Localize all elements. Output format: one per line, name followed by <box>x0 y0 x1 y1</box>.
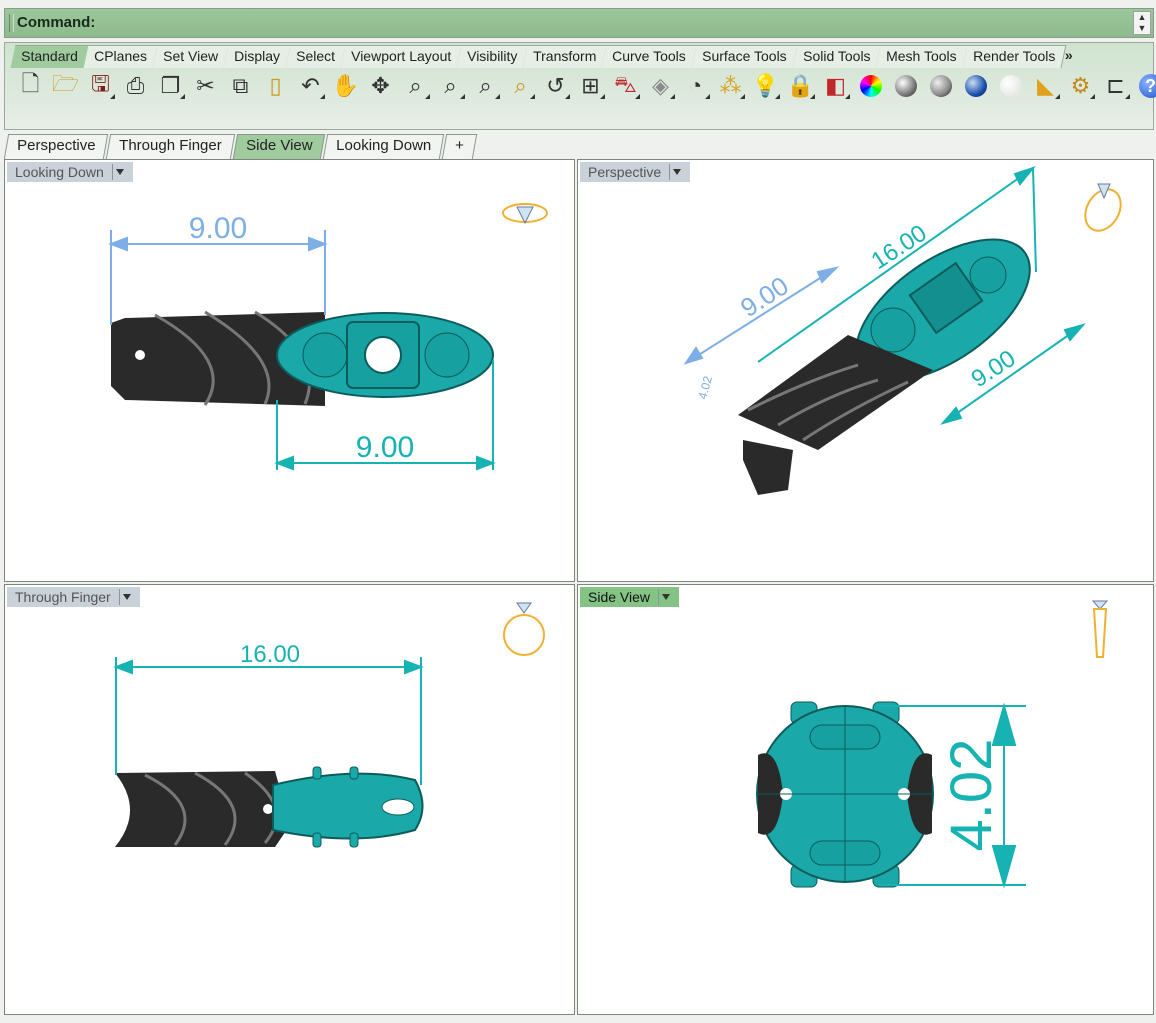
viewport-tabs: Perspective Through Finger Side View Loo… <box>3 134 478 159</box>
car-render-icon[interactable]: ⛍ <box>608 71 643 101</box>
undo-view-icon[interactable]: ↺ <box>538 71 573 101</box>
save-icon[interactable]: 🖫 <box>83 71 118 101</box>
shank-hole <box>135 350 145 360</box>
ghost-sphere-icon[interactable] <box>993 71 1028 101</box>
command-grip <box>9 14 14 32</box>
material-pick-icon[interactable]: ◣ <box>1028 71 1063 101</box>
tab-visibility[interactable]: Visibility <box>456 45 529 68</box>
tab-transform[interactable]: Transform <box>522 45 608 68</box>
twisted-shank <box>115 771 290 847</box>
help-icon[interactable]: ? <box>1133 71 1156 101</box>
teal-head <box>276 312 494 398</box>
viewport-tab-through-finger[interactable]: Through Finger <box>106 134 236 159</box>
tab-curve-tools[interactable]: Curve Tools <box>601 45 698 68</box>
pan-hand-icon[interactable]: ✋ <box>328 71 363 101</box>
command-label: Command: <box>17 14 96 31</box>
perspective-canvas: 9.00 16.00 9.00 4.02 <box>683 165 1122 495</box>
tab-cplanes[interactable]: CPlanes <box>83 45 159 68</box>
tab-standard[interactable]: Standard <box>10 45 90 68</box>
lock-icon[interactable]: 🔒 <box>783 71 818 101</box>
viewport-tab-looking-down[interactable]: Looking Down <box>323 134 445 159</box>
tab-viewport-layout[interactable]: Viewport Layout <box>340 45 463 68</box>
ring-front-icon <box>503 602 545 656</box>
layers-icon[interactable]: ◧ <box>818 71 853 101</box>
viewport-through-finger[interactable]: Through Finger 16.00 <box>4 584 575 1015</box>
paste-icon[interactable]: ▯ <box>258 71 293 101</box>
print-icon[interactable]: ⎙ <box>118 71 153 101</box>
teal-ball <box>756 701 934 888</box>
twisted-shank <box>738 335 933 495</box>
side-view-canvas: 4.02 <box>756 600 1109 889</box>
toolbar-icons: 🗋 🗁 🖫 ⎙ ❐ ✂ ⧉ ▯ ↶ ✋ ✥ ⌕ ⌕ ⌕ ⌕ ↺ ⊞ ⛍ ◈ ◔ … <box>13 71 1156 101</box>
dimension-icon[interactable]: ⊏ <box>1098 71 1133 101</box>
properties-icon[interactable]: ❐ <box>153 71 188 101</box>
tab-mesh-tools[interactable]: Mesh Tools <box>875 45 969 68</box>
tab-select[interactable]: Select <box>285 45 347 68</box>
viewport-tab-side-view[interactable]: Side View <box>232 134 326 159</box>
blue-sphere-icon[interactable] <box>958 71 993 101</box>
settings-gear-icon[interactable]: ⚙ <box>1063 71 1098 101</box>
cut-icon[interactable]: ✂ <box>188 71 223 101</box>
copy-icon[interactable]: ⧉ <box>223 71 258 101</box>
command-scroll-arrows[interactable]: ▲ ▼ <box>1133 11 1151 35</box>
shaded-sphere-icon[interactable] <box>888 71 923 101</box>
dimension-label-height: 4.02 <box>939 739 1004 852</box>
ring-top-view-icon <box>502 203 548 225</box>
ring-side-icon <box>1091 600 1109 658</box>
ring-perspective-icon <box>1084 183 1122 232</box>
toolbar-tabs: Standard CPlanes Set View Display Select… <box>10 45 1074 68</box>
tab-solid-tools[interactable]: Solid Tools <box>792 45 882 68</box>
dimension-label-bottom: 9.00 <box>356 431 414 464</box>
through-finger-canvas: 16.00 <box>113 602 545 848</box>
select-points-icon[interactable]: ⁂ <box>713 71 748 101</box>
dimension-label-top: 9.00 <box>189 212 247 245</box>
grid-icon[interactable]: ◈ <box>643 71 678 101</box>
teal-head <box>272 766 424 848</box>
tab-render-tools[interactable]: Render Tools <box>962 45 1067 68</box>
viewport-tab-perspective[interactable]: Perspective <box>3 134 109 159</box>
add-viewport-tab-button[interactable]: + <box>442 134 478 159</box>
dimension-sixteen <box>113 657 424 785</box>
tab-set-view[interactable]: Set View <box>152 45 230 68</box>
tab-surface-tools[interactable]: Surface Tools <box>691 45 799 68</box>
viewport-side-view[interactable]: Side View 4.02 <box>577 584 1154 1015</box>
zoom-window-icon[interactable]: ⌕ <box>398 71 433 101</box>
toolbar-area: Standard CPlanes Set View Display Select… <box>4 42 1156 130</box>
dimension-label-nine-right: 9.00 <box>967 345 1021 393</box>
open-file-icon[interactable]: 🗁 <box>48 71 83 101</box>
zoom-extents-icon[interactable]: ⌕ <box>433 71 468 101</box>
dimension-label-small: 4.02 <box>695 374 715 400</box>
dimension-label-nine-left: 9.00 <box>735 270 794 323</box>
rotate-view-icon[interactable]: ✥ <box>363 71 398 101</box>
looking-down-canvas: 9.00 9.00 <box>108 203 548 471</box>
new-file-icon[interactable]: 🗋 <box>13 71 48 101</box>
light-bulb-icon[interactable]: 💡 <box>748 71 783 101</box>
color-wheel-icon[interactable] <box>853 71 888 101</box>
rendered-sphere-icon[interactable] <box>923 71 958 101</box>
four-viewports-icon[interactable]: ⊞ <box>573 71 608 101</box>
zoom-target-icon[interactable]: ⌕ <box>503 71 538 101</box>
command-bar[interactable]: Command: ▲ ▼ <box>4 8 1154 38</box>
viewport-looking-down[interactable]: Looking Down 9.00 9.00 <box>4 159 575 582</box>
undo-icon[interactable]: ↶ <box>293 71 328 101</box>
viewport-perspective[interactable]: Perspective 9.00 16.00 9.00 4.02 <box>577 159 1154 582</box>
tab-display[interactable]: Display <box>223 45 292 68</box>
dimension-label-sixteen: 16.00 <box>240 641 300 668</box>
zoom-selected-icon[interactable]: ⌕ <box>468 71 503 101</box>
circle-tool-icon[interactable]: ◔ <box>678 71 713 101</box>
